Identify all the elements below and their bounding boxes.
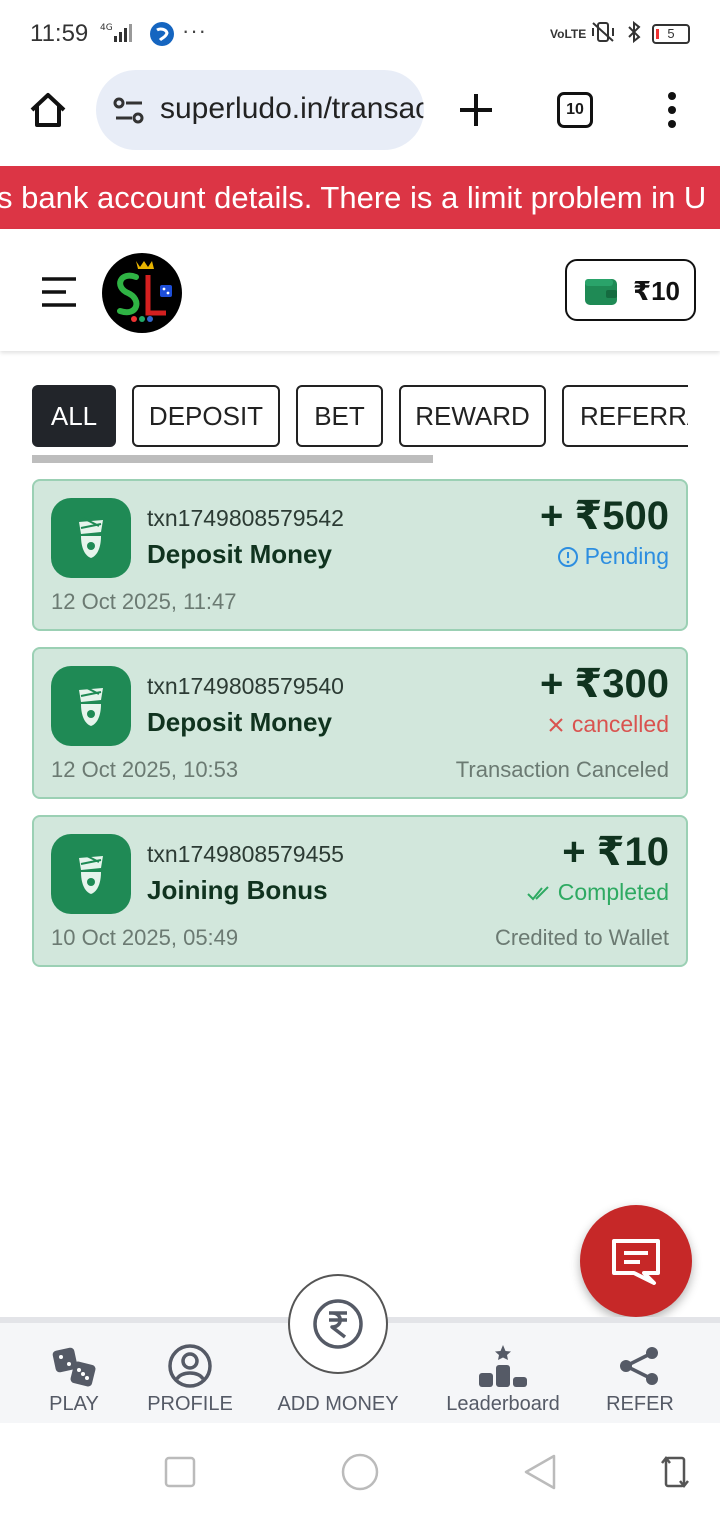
money-icon <box>51 834 131 914</box>
filter-tabs: ALL DEPOSIT BET REWARD REFERRAL <box>32 385 688 447</box>
wallet-icon <box>584 276 618 311</box>
announcement-banner: s bank account details. There is a limit… <box>0 166 720 229</box>
tab-deposit[interactable]: DEPOSIT <box>132 385 280 447</box>
location-icon <box>148 20 176 53</box>
rotate-screen-icon[interactable] <box>660 1453 690 1496</box>
share-icon <box>618 1345 662 1392</box>
status-label: Completed <box>557 879 669 905</box>
transaction-status: Completed <box>526 879 669 906</box>
transaction-card[interactable]: txn1749808579540 Deposit Money + ₹300 ca… <box>32 647 688 799</box>
transaction-note: Transaction Canceled <box>455 757 669 782</box>
wallet-balance-button[interactable]: ₹10 <box>565 259 696 321</box>
transaction-note: Credited to Wallet <box>494 925 669 950</box>
transaction-title: Deposit Money <box>147 707 332 737</box>
nav-refer[interactable]: REFER <box>592 1323 688 1423</box>
home-circle-icon[interactable] <box>341 1453 379 1496</box>
status-time: 11:59 <box>30 20 89 47</box>
transaction-card[interactable]: txn1749808579542 Deposit Money + ₹500 Pe… <box>32 479 688 631</box>
nav-profile-label: PROFILE <box>147 1393 233 1415</box>
transaction-card[interactable]: txn1749808579455 Joining Bonus + ₹10 Com… <box>32 815 688 967</box>
volte-icon: VoLTE <box>550 27 587 41</box>
signal-icon: 4G <box>100 20 140 51</box>
transaction-status: cancelled <box>546 711 669 738</box>
hamburger-menu-icon[interactable] <box>40 275 78 314</box>
transaction-date: 12 Oct 2025, 10:53 <box>51 757 239 782</box>
nav-play-label: PLAY <box>49 1393 99 1415</box>
app-header: ₹10 <box>0 229 720 351</box>
wallet-amount: ₹10 <box>633 276 681 306</box>
nav-leaderboard-label: Leaderboard <box>446 1393 560 1415</box>
app-logo[interactable] <box>102 253 182 333</box>
nav-leaderboard[interactable]: Leaderboard <box>440 1323 566 1423</box>
transaction-status: Pending <box>557 543 669 570</box>
nav-add-money-label: ADD MONEY <box>277 1393 399 1415</box>
transaction-amount: + ₹500 <box>539 494 669 538</box>
close-icon <box>549 717 563 732</box>
menu-kebab-icon[interactable] <box>664 90 680 135</box>
tabs-scrollbar[interactable] <box>32 455 433 463</box>
url-text: superludo.in/transactions <box>160 92 424 125</box>
status-label: cancelled <box>571 711 669 737</box>
nav-play[interactable]: PLAY <box>24 1323 124 1423</box>
tab-bet[interactable]: BET <box>296 385 383 447</box>
announcement-text: s bank account details. There is a limit… <box>0 180 707 215</box>
site-settings-icon[interactable] <box>112 96 146 131</box>
nav-profile[interactable]: PROFILE <box>140 1323 240 1423</box>
transaction-amount: + ₹10 <box>562 830 669 874</box>
double-check-icon <box>527 885 549 900</box>
transaction-title: Joining Bonus <box>147 875 328 905</box>
tab-switcher-button[interactable]: 10 <box>557 92 593 128</box>
tab-all[interactable]: ALL <box>32 385 116 447</box>
battery-level: 5 <box>667 26 675 41</box>
home-icon[interactable] <box>28 90 68 135</box>
transaction-date: 12 Oct 2025, 11:47 <box>51 589 237 614</box>
support-chat-button[interactable] <box>580 1205 692 1317</box>
bluetooth-icon <box>626 20 642 49</box>
browser-toolbar: superludo.in/transactions 10 <box>0 68 720 166</box>
tab-reward[interactable]: REWARD <box>399 385 546 447</box>
transaction-title: Deposit Money <box>147 539 332 569</box>
mute-vibrate-icon <box>590 20 616 49</box>
more-indicator: ··· <box>182 18 207 43</box>
profile-icon <box>167 1343 213 1394</box>
dice-icon <box>52 1345 98 1394</box>
url-bar[interactable]: superludo.in/transactions <box>96 70 424 150</box>
status-bar: 11:59 4G ··· VoLTE 5 <box>0 0 720 68</box>
money-icon <box>51 498 131 578</box>
tab-referral[interactable]: REFERRAL <box>562 385 688 447</box>
back-icon[interactable] <box>522 1453 558 1496</box>
rupee-icon <box>312 1298 364 1355</box>
transaction-amount: + ₹300 <box>539 662 669 706</box>
new-tab-icon[interactable] <box>456 90 496 135</box>
transaction-id: txn1749808579455 <box>147 841 344 867</box>
info-icon <box>557 546 578 567</box>
network-type: 4G <box>100 23 113 33</box>
money-icon <box>51 666 131 746</box>
recents-icon[interactable] <box>164 1456 196 1493</box>
battery-icon: 5 <box>652 24 690 44</box>
system-navigation-bar <box>0 1423 720 1520</box>
leaderboard-icon <box>477 1343 529 1394</box>
status-label: Pending <box>584 543 669 569</box>
add-money-button[interactable] <box>288 1274 388 1374</box>
transaction-id: txn1749808579542 <box>147 505 344 531</box>
chat-icon <box>610 1237 662 1292</box>
nav-refer-label: REFER <box>606 1393 674 1415</box>
transaction-id: txn1749808579540 <box>147 673 344 699</box>
transaction-date: 10 Oct 2025, 05:49 <box>51 925 239 950</box>
